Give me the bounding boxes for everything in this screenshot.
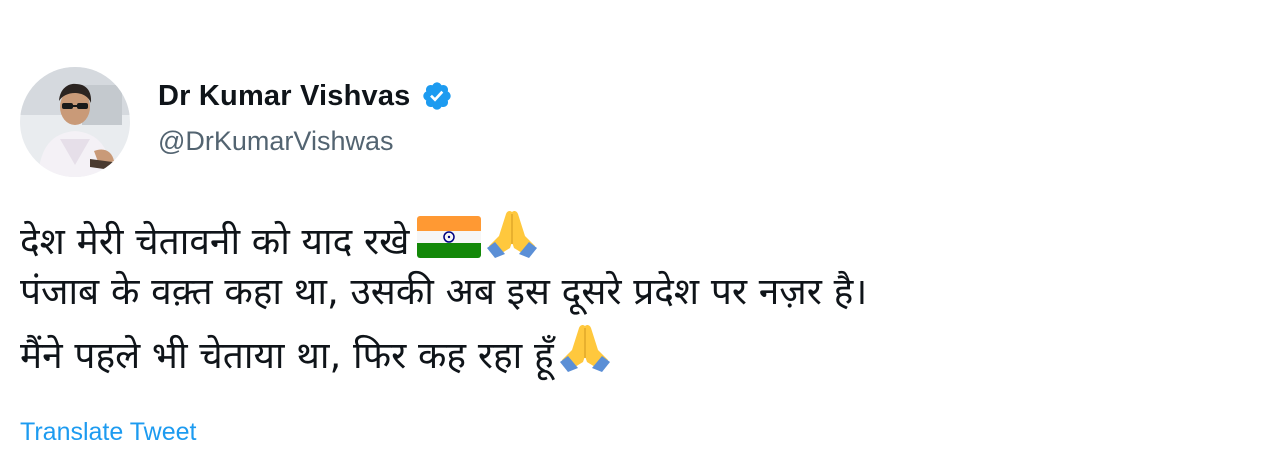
tweet-line-2: पंजाब के वक़्त कहा था, उसकी अब इस दूसरे …: [20, 270, 868, 313]
avatar[interactable]: [20, 67, 130, 177]
user-handle[interactable]: @DrKumarVishwas: [158, 128, 453, 155]
verified-badge-icon: [422, 82, 451, 110]
folded-hands-icon: [559, 324, 610, 372]
tweet-line-1-text: देश मेरी चेतावनी को याद रखे: [20, 220, 410, 263]
translate-tweet-link[interactable]: Translate Tweet: [20, 418, 196, 447]
author-block: Dr Kumar Vishvas @DrKumarVishwas: [158, 76, 453, 155]
tweet-line-1: देश मेरी चेतावनी को याद रखे: [20, 206, 1276, 263]
tweet-line-3-text: मैंने पहले भी चेताया था, फिर कह रहा हूँ: [20, 334, 554, 377]
tweet-card: Dr Kumar Vishvas @DrKumarVishwas देश मेर…: [0, 0, 1280, 469]
display-name-row: Dr Kumar Vishvas: [158, 76, 453, 116]
avatar-photo-icon: [20, 67, 130, 177]
folded-hands-icon: [487, 210, 538, 258]
display-name[interactable]: Dr Kumar Vishvas: [158, 81, 411, 111]
tweet-line-3: मैंने पहले भी चेताया था, फिर कह रहा हूँ: [20, 320, 1276, 377]
india-flag-icon: [417, 216, 482, 258]
tweet-text: देश मेरी चेतावनी को याद रखे पंजाब के वक़…: [20, 206, 1276, 377]
